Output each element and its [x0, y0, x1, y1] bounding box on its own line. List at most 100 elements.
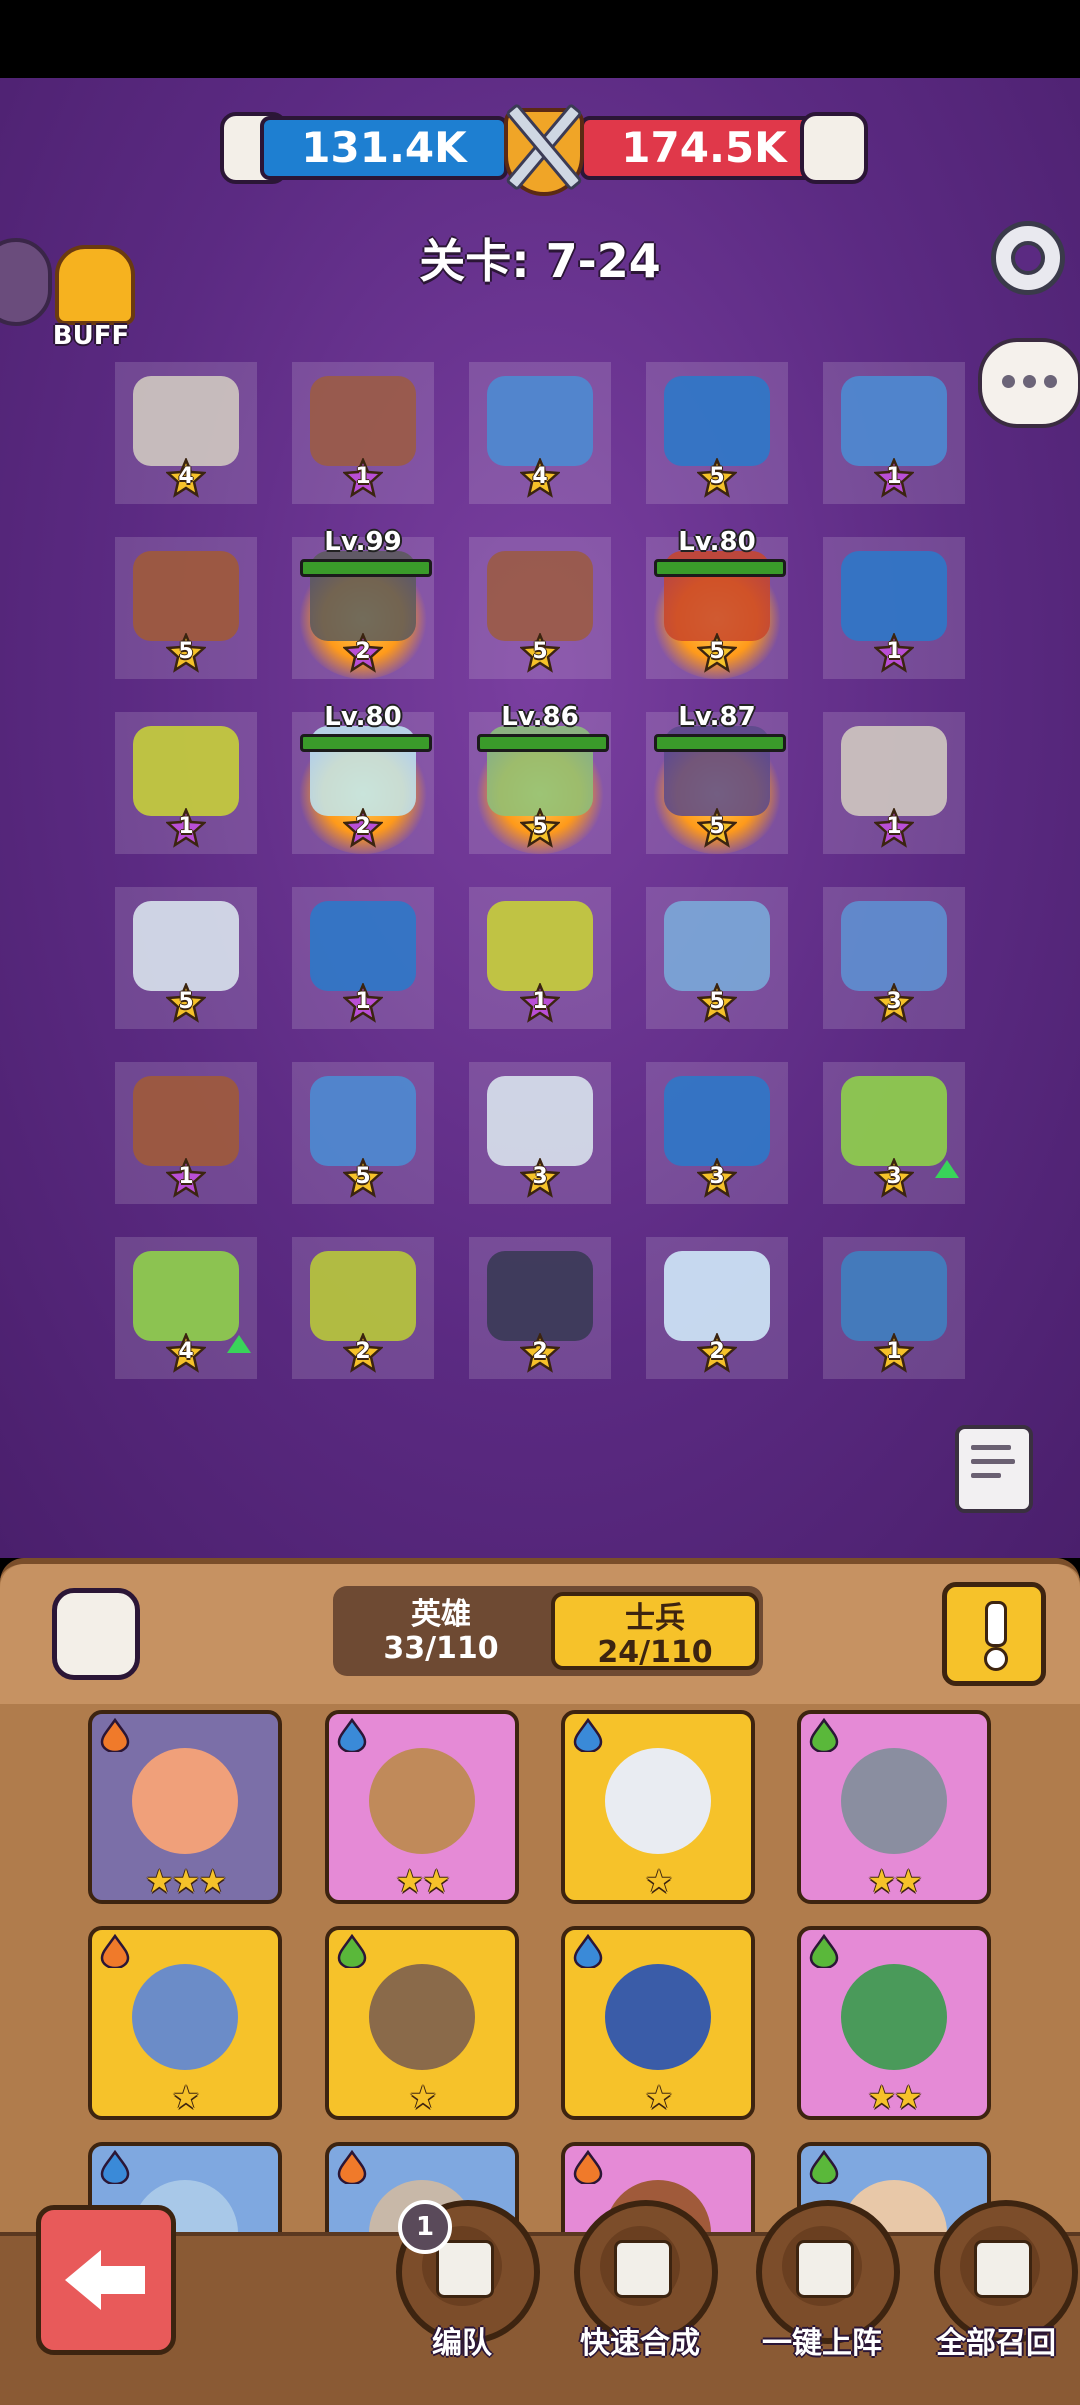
- board-cell[interactable]: 1: [823, 1237, 965, 1379]
- unit-card[interactable]: ★★: [325, 1710, 519, 1904]
- mace-brute-unit: [310, 376, 416, 466]
- shield-troops-unit: [310, 901, 416, 991]
- shield-troops-unit: [841, 551, 947, 641]
- star-rank-number: 4: [532, 464, 548, 489]
- board-cell[interactable]: 1: [292, 887, 434, 1029]
- star-rank-number: 3: [532, 1164, 548, 1189]
- star-rank-number: 5: [709, 989, 725, 1014]
- green-beast-unit: [841, 1076, 947, 1166]
- unit-card[interactable]: ★★★: [88, 1710, 282, 1904]
- board-cell[interactable]: Lv.80 2: [292, 702, 434, 854]
- unit-stars: ★★: [867, 2078, 922, 2116]
- tab-soldiers-count: 24/110: [597, 1635, 713, 1670]
- board-cell[interactable]: 4: [469, 362, 611, 504]
- star-rank-number: 3: [709, 1164, 725, 1189]
- tab-heroes-label: 英雄: [411, 1597, 471, 1632]
- axe-ogres-unit: [664, 1076, 770, 1166]
- board-cell[interactable]: 2: [469, 1237, 611, 1379]
- dark-cavalry-unit: [487, 1251, 593, 1341]
- skeletons-unit: [487, 1076, 593, 1166]
- star-rank-icon: 5: [695, 981, 739, 1023]
- ice-spirits-unit: [664, 1251, 770, 1341]
- board-cell[interactable]: 3: [646, 1062, 788, 1204]
- leaf-element-icon: [335, 1933, 369, 1970]
- star-rank-number: 5: [178, 639, 194, 664]
- star-rank-number: 3: [886, 989, 902, 1014]
- goblins-unit: [133, 726, 239, 816]
- board-cell[interactable]: 2: [292, 1237, 434, 1379]
- board-cell[interactable]: 3: [469, 1062, 611, 1204]
- board-cell[interactable]: Lv.99 2: [292, 527, 434, 679]
- board-cell[interactable]: 1: [823, 712, 965, 854]
- leaf-element-icon: [807, 1717, 841, 1754]
- board-cell[interactable]: 1: [469, 887, 611, 1029]
- notice-exclamation-button[interactable]: [942, 1582, 1046, 1686]
- board-cell[interactable]: 4: [115, 1237, 257, 1379]
- star-rank-number: 1: [355, 989, 371, 1014]
- battle-report-icon[interactable]: [955, 1425, 1033, 1513]
- hero-level: Lv.80: [678, 527, 756, 557]
- board-cell[interactable]: 3: [823, 887, 965, 1029]
- unit-stars: ★: [408, 2078, 438, 2116]
- board-cell[interactable]: 5: [646, 887, 788, 1029]
- board-cell[interactable]: Lv.86 5: [469, 702, 611, 854]
- board-cell[interactable]: 3: [823, 1062, 965, 1204]
- star-rank-number: 5: [709, 639, 725, 664]
- star-rank-icon: 1: [872, 806, 916, 848]
- unit-card[interactable]: ★★: [797, 1710, 991, 1904]
- unit-portrait: [369, 1964, 475, 2070]
- board-cell[interactable]: 5: [469, 537, 611, 679]
- star-rank-icon: 3: [695, 1156, 739, 1198]
- board-cell[interactable]: 1: [292, 362, 434, 504]
- upgrade-arrow-icon: [935, 1160, 959, 1178]
- star-rank-number: 3: [886, 1164, 902, 1189]
- unit-portrait: [605, 1748, 711, 1854]
- unit-card[interactable]: ★★: [797, 1926, 991, 2120]
- green-beast-unit: [133, 1251, 239, 1341]
- quick-merge-label: 快速合成: [580, 2326, 700, 2361]
- board-cell[interactable]: 1: [115, 712, 257, 854]
- board-cell[interactable]: 4: [115, 362, 257, 504]
- chat-bubble-icon[interactable]: [978, 338, 1080, 428]
- fire-element-icon: [98, 1933, 132, 1970]
- unit-card[interactable]: ★: [561, 1710, 755, 1904]
- water-element-icon: [571, 1717, 605, 1754]
- unit-card[interactable]: ★: [88, 1926, 282, 2120]
- enemy-power: 174.5K: [580, 116, 828, 180]
- star-rank-number: 1: [532, 989, 548, 1014]
- board-cell[interactable]: Lv.80 5: [646, 527, 788, 679]
- board-cell[interactable]: 1: [823, 362, 965, 504]
- board-cell[interactable]: 1: [115, 1062, 257, 1204]
- board-cell[interactable]: 2: [646, 1237, 788, 1379]
- star-rank-icon: 5: [695, 631, 739, 673]
- player-power: 131.4K: [260, 116, 508, 180]
- settings-gear-icon[interactable]: [985, 215, 1065, 295]
- unit-card[interactable]: ★: [325, 1926, 519, 2120]
- board-cell[interactable]: 5: [646, 362, 788, 504]
- star-rank-icon: 4: [518, 456, 562, 498]
- star-rank-icon: 2: [518, 1331, 562, 1373]
- buff-button[interactable]: BUFF: [45, 245, 137, 355]
- star-rank-icon: 5: [341, 1156, 385, 1198]
- board-cell[interactable]: 5: [115, 887, 257, 1029]
- spearmen-unit: [310, 1076, 416, 1166]
- star-rank-icon: 1: [872, 631, 916, 673]
- board-cell[interactable]: 5: [115, 537, 257, 679]
- auto-deploy-label: 一键上阵: [762, 2326, 882, 2361]
- unit-card[interactable]: ★: [561, 1926, 755, 2120]
- board-cell[interactable]: Lv.87 5: [646, 702, 788, 854]
- board-cell[interactable]: 1: [823, 537, 965, 679]
- back-button[interactable]: [36, 2205, 176, 2355]
- star-rank-icon: 1: [341, 981, 385, 1023]
- power-fist-icon[interactable]: [52, 1588, 140, 1680]
- tab-heroes[interactable]: 英雄 33/110: [337, 1592, 545, 1670]
- star-rank-number: 2: [355, 639, 371, 664]
- enemy-fist-icon: [800, 112, 868, 184]
- star-rank-icon: 2: [341, 806, 385, 848]
- board-cell[interactable]: 5: [292, 1062, 434, 1204]
- star-rank-icon: 3: [872, 1156, 916, 1198]
- star-rank-icon: 4: [164, 1331, 208, 1373]
- tab-soldiers[interactable]: 士兵 24/110: [551, 1592, 759, 1670]
- skeletons-unit: [133, 901, 239, 991]
- star-rank-number: 2: [355, 1339, 371, 1364]
